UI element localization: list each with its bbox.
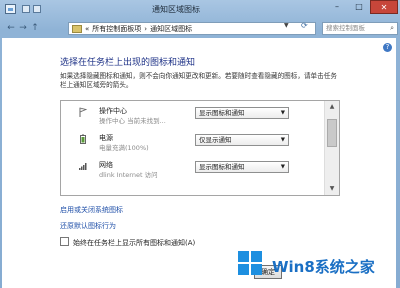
breadcrumb-item[interactable]: 通知区域图标 — [150, 24, 192, 34]
item-status: 电量充满(100%) — [99, 144, 149, 152]
window: 通知区域图标 – □ ✕ ← → ↑ « 所有控制面板项 › 通知区域图标 ▼ … — [0, 0, 400, 288]
scroll-up-icon[interactable]: ▲ — [325, 101, 339, 113]
control-panel-icon — [5, 4, 16, 14]
network-icon — [79, 163, 87, 170]
breadcrumb-separator: › — [144, 24, 148, 33]
battery-icon — [80, 134, 86, 144]
search-icon[interactable]: ⌕ — [390, 23, 394, 34]
watermark-text: Win8系统之家 — [272, 258, 375, 276]
checkbox-label: 始终在任务栏上显示所有图标和通知(A) — [73, 239, 196, 247]
folder-icon — [72, 24, 82, 33]
maximize-button[interactable]: □ — [348, 0, 370, 14]
list-item: 网络 dlink Internet 访问 显示图标和通知 ▼ — [61, 159, 319, 181]
list-scrollbar[interactable]: ▲ ▼ — [324, 101, 339, 195]
checkbox-box[interactable] — [60, 237, 69, 246]
behavior-select[interactable]: 显示图标和通知 ▼ — [195, 107, 289, 119]
search-input[interactable]: 搜索控制面板 ⌕ — [322, 22, 398, 35]
page-title: 选择在任务栏上出现的图标和通知 — [60, 58, 196, 68]
address-dropdown-icon[interactable]: ▼ — [284, 22, 289, 29]
help-icon[interactable]: ? — [383, 43, 392, 52]
list-item: 操作中心 操作中心 当前未找到... 显示图标和通知 ▼ — [61, 105, 319, 127]
chevron-down-icon: ▼ — [280, 164, 285, 170]
chevron-down-icon: ▼ — [280, 137, 285, 143]
forward-button[interactable]: → — [18, 23, 28, 33]
refresh-icon[interactable]: ⟳ — [301, 21, 308, 30]
minimize-button[interactable]: – — [326, 0, 348, 14]
close-button[interactable]: ✕ — [370, 0, 398, 14]
behavior-value: 显示图标和通知 — [199, 163, 245, 171]
window-title: 通知区域图标 — [152, 5, 200, 14]
page-description: 如果选择隐藏图标和通知，则不会向你通知更改和更新。若要随时查看隐藏的图标，请单击… — [60, 72, 337, 89]
system-icons-link[interactable]: 启用或关闭系统图标 — [60, 205, 123, 215]
search-placeholder: 搜索控制面板 — [326, 24, 365, 32]
watermark: Win8系统之家 — [238, 248, 398, 286]
always-show-checkbox[interactable]: 始终在任务栏上显示所有图标和通知(A) — [60, 237, 195, 248]
behavior-value: 显示图标和通知 — [199, 109, 245, 117]
scroll-down-icon[interactable]: ▼ — [325, 183, 339, 195]
address-bar[interactable]: « 所有控制面板项 › 通知区域图标 — [68, 22, 316, 35]
flag-icon — [79, 107, 88, 117]
behavior-value: 仅显示通知 — [199, 136, 232, 144]
item-status: 操作中心 当前未找到... — [99, 117, 166, 125]
breadcrumb-overflow[interactable]: « — [85, 25, 89, 33]
navigation-bar: ← → ↑ « 所有控制面板项 › 通知区域图标 ▼ ⟳ 搜索控制面板 ⌕ — [0, 20, 400, 38]
restore-defaults-link[interactable]: 还原默认图标行为 — [60, 221, 116, 231]
back-button[interactable]: ← — [6, 23, 16, 33]
chevron-down-icon: ▼ — [280, 110, 285, 116]
windows-logo-icon — [238, 251, 264, 277]
up-button[interactable]: ↑ — [30, 23, 40, 33]
title-bar: 通知区域图标 – □ ✕ — [0, 0, 400, 20]
behavior-select[interactable]: 仅显示通知 ▼ — [195, 134, 289, 146]
quick-access-icon[interactable] — [33, 5, 41, 13]
quick-access-icon[interactable] — [22, 5, 30, 13]
breadcrumb-item[interactable]: 所有控制面板项 — [92, 24, 141, 34]
list-item: 电源 电量充满(100%) 仅显示通知 ▼ — [61, 132, 319, 154]
icon-list: 操作中心 操作中心 当前未找到... 显示图标和通知 ▼ 电源 电量充满(100%… — [60, 100, 340, 196]
behavior-select[interactable]: 显示图标和通知 ▼ — [195, 161, 289, 173]
item-status: dlink Internet 访问 — [99, 171, 158, 179]
scroll-thumb[interactable] — [327, 119, 337, 147]
